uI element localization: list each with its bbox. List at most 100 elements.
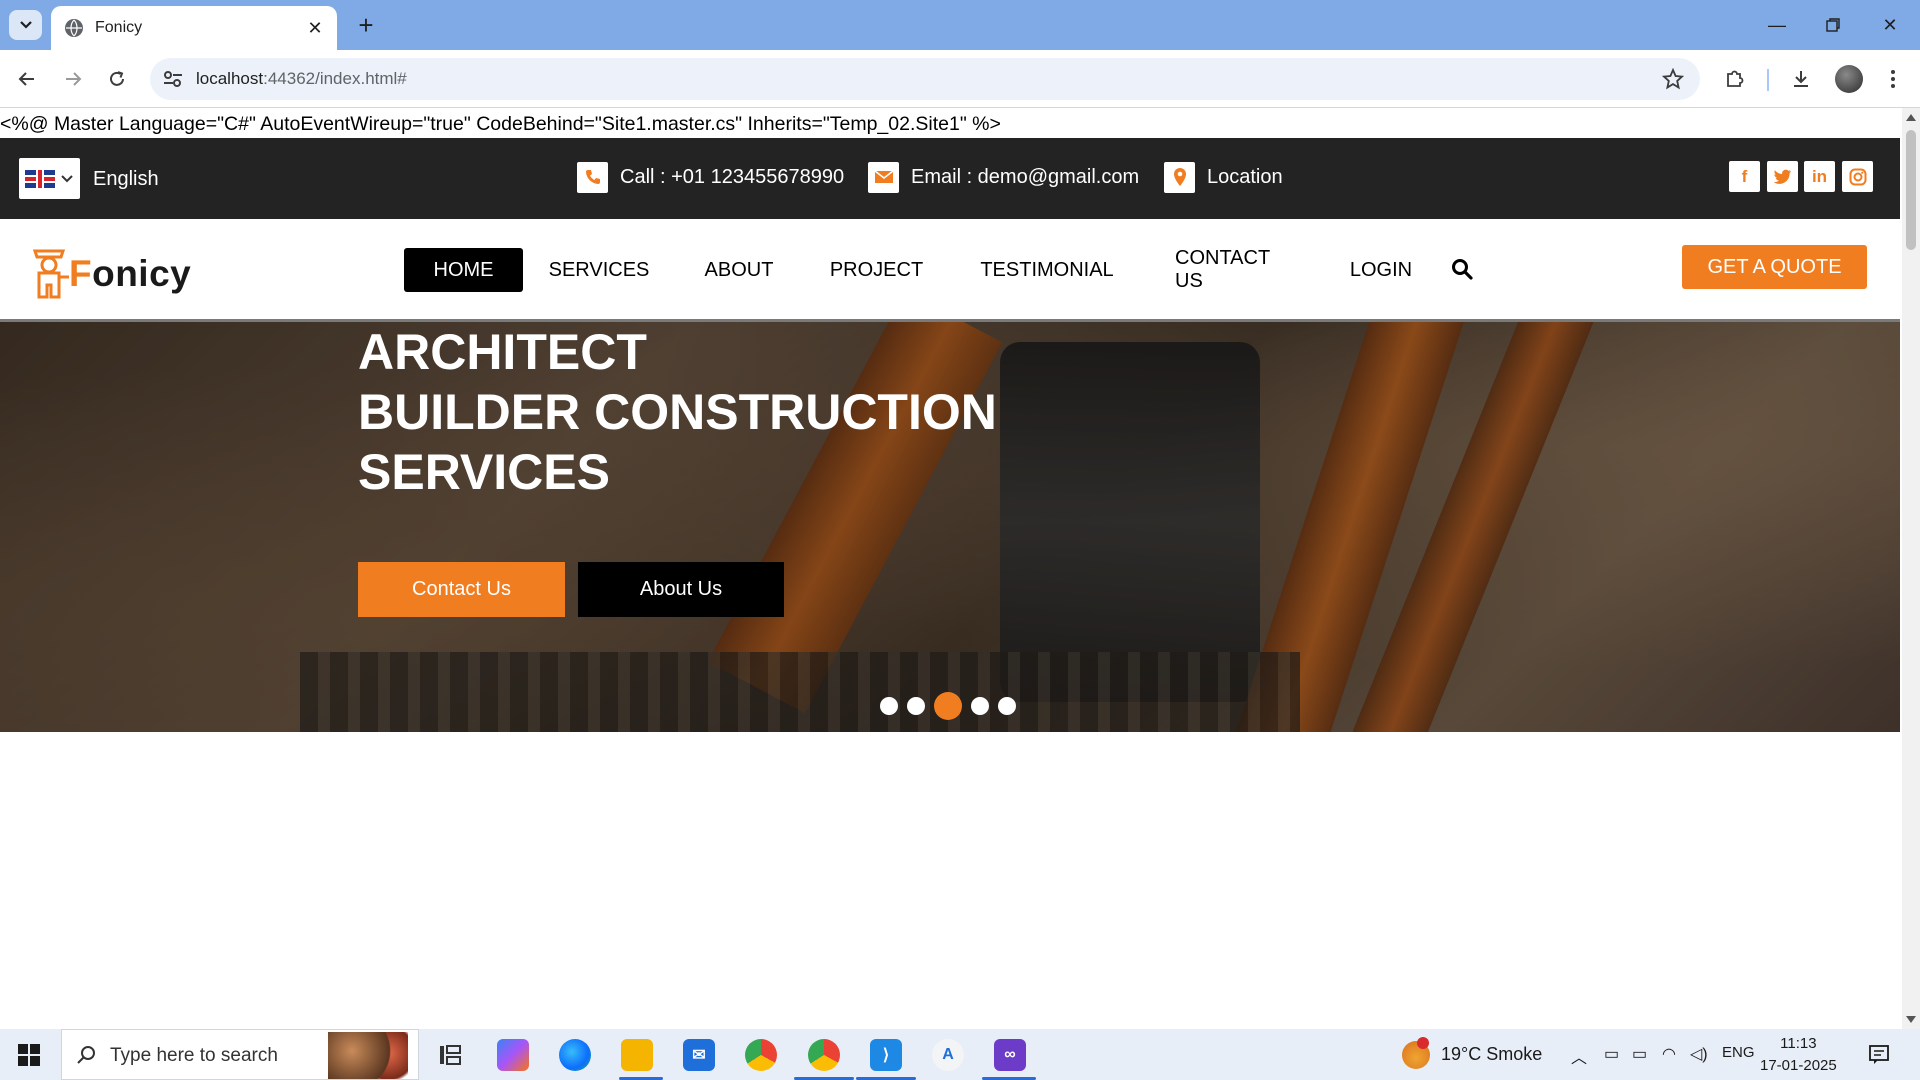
slider-dot-4[interactable] <box>971 697 989 715</box>
reload-button[interactable] <box>102 64 132 94</box>
chrome-active-icon[interactable] <box>808 1039 840 1071</box>
nav-login[interactable]: LOGIN <box>1320 248 1442 292</box>
profile-avatar[interactable] <box>1835 65 1863 93</box>
facebook-icon[interactable]: f <box>1729 161 1760 192</box>
weather-alert-badge <box>1417 1037 1429 1049</box>
bookmark-star-icon[interactable] <box>1662 68 1684 90</box>
url-path: :44362/index.html# <box>263 69 407 88</box>
slider-dot-3-active[interactable] <box>934 692 962 720</box>
minimize-button[interactable]: — <box>1757 10 1797 40</box>
main-navbar: Fonicy HOME SERVICES ABOUT PROJECT TESTI… <box>0 219 1900 322</box>
forward-button[interactable] <box>58 64 88 94</box>
language-label: English <box>93 168 159 190</box>
close-window-button[interactable]: ✕ <box>1870 10 1910 40</box>
back-button[interactable] <box>12 64 42 94</box>
copilot-icon[interactable] <box>497 1039 529 1071</box>
chevron-up-icon[interactable]: ︿ <box>1571 1044 1587 1068</box>
toolbar-separator <box>1767 69 1769 91</box>
email-text: Email : demo@gmail.com <box>911 165 1140 188</box>
volume-icon[interactable]: ◁) <box>1690 1044 1708 1064</box>
nav-testimonial[interactable]: TESTIMONIAL <box>951 248 1143 292</box>
call-info[interactable]: Call : +01 123455678990 <box>577 160 844 194</box>
page-viewport: <%@ Master Language="C#" AutoEventWireup… <box>0 108 1920 1029</box>
email-info[interactable]: Email : demo@gmail.com <box>868 160 1139 194</box>
url-text[interactable]: localhost:44362/index.html# <box>196 69 407 89</box>
site-settings-icon[interactable] <box>162 69 184 89</box>
nav-contact-us[interactable]: CONTACT US <box>1145 247 1317 292</box>
taskbar-clock[interactable]: 11:13 17-01-2025 <box>1760 1033 1837 1077</box>
taskbar-search-placeholder: Type here to search <box>110 1045 278 1066</box>
hero-title: ARCHITECT BUILDER CONSTRUCTION SERVICES <box>358 322 997 502</box>
weather-text[interactable]: 19°C Smoke <box>1441 1044 1542 1065</box>
slider-dot-2[interactable] <box>907 697 925 715</box>
nav-project[interactable]: PROJECT <box>804 248 949 292</box>
chevron-down-icon <box>61 174 73 182</box>
chevron-down-icon <box>19 21 32 29</box>
search-highlight-image <box>328 1032 408 1079</box>
slider-dot-1[interactable] <box>880 697 898 715</box>
scroll-up-arrow-icon[interactable] <box>1906 114 1916 121</box>
extensions-button[interactable] <box>1720 64 1750 94</box>
slider-dot-5[interactable] <box>998 697 1016 715</box>
url-host: localhost <box>196 69 264 88</box>
map-pin-icon <box>1164 161 1195 193</box>
notifications-icon[interactable] <box>1868 1043 1890 1065</box>
address-bar[interactable]: localhost:44362/index.html# <box>150 58 1700 100</box>
edge-icon[interactable] <box>559 1039 591 1071</box>
logo-text-rest: onicy <box>92 253 192 294</box>
chrome-icon[interactable] <box>745 1039 777 1071</box>
tab-title: Fonicy <box>95 19 143 36</box>
nav-about[interactable]: ABOUT <box>676 248 802 292</box>
windows-taskbar: Type here to search ✉ ⟩ A ∞ 19°C Smoke ︿… <box>0 1029 1920 1080</box>
language-select[interactable] <box>19 158 80 199</box>
hero-slider: ARCHITECT BUILDER CONSTRUCTION SERVICES … <box>0 322 1900 732</box>
taskbar-search-box[interactable]: Type here to search <box>61 1029 419 1080</box>
instagram-icon[interactable] <box>1842 161 1873 192</box>
hero-title-line-1: ARCHITECT <box>358 324 647 380</box>
twitter-icon[interactable] <box>1767 161 1798 192</box>
meet-icon[interactable]: ▭ <box>1604 1044 1619 1064</box>
vscode-icon[interactable]: ⟩ <box>870 1039 902 1071</box>
more-vertical-icon <box>1891 70 1895 88</box>
app-a-icon[interactable]: A <box>932 1039 964 1071</box>
restore-button[interactable] <box>1813 10 1853 40</box>
contact-us-button[interactable]: Contact Us <box>358 562 565 617</box>
close-tab-icon[interactable]: ✕ <box>305 18 325 38</box>
envelope-icon <box>868 161 899 193</box>
location-info[interactable]: Location <box>1164 160 1283 194</box>
new-tab-button[interactable]: + <box>353 10 379 40</box>
clock-date: 17-01-2025 <box>1760 1057 1837 1074</box>
nav-services[interactable]: SERVICES <box>524 248 674 292</box>
mail-icon[interactable]: ✉ <box>683 1039 715 1071</box>
arrow-right-icon <box>66 72 82 86</box>
browser-menu-button[interactable] <box>1878 64 1908 94</box>
call-text: Call : +01 123455678990 <box>620 165 845 188</box>
task-view-icon[interactable] <box>434 1039 466 1071</box>
battery-icon[interactable]: ▭ <box>1632 1044 1647 1064</box>
visual-studio-icon[interactable]: ∞ <box>994 1039 1026 1071</box>
site-logo[interactable]: Fonicy <box>29 243 192 299</box>
slider-dots <box>880 692 1016 720</box>
master-page-directive-text: <%@ Master Language="C#" AutoEventWireup… <box>0 113 1001 135</box>
wifi-icon[interactable]: ◠ <box>1662 1044 1676 1064</box>
linkedin-icon[interactable]: in <box>1804 161 1835 192</box>
file-explorer-icon[interactable] <box>621 1039 653 1071</box>
scrollbar-thumb[interactable] <box>1906 130 1916 250</box>
scroll-down-arrow-icon[interactable] <box>1906 1016 1916 1023</box>
search-icon[interactable] <box>1450 257 1474 281</box>
downloads-button[interactable] <box>1786 64 1816 94</box>
windows-start-icon[interactable] <box>18 1044 40 1066</box>
tab-search-button[interactable] <box>9 10 42 40</box>
nav-home[interactable]: HOME <box>404 248 523 292</box>
input-language[interactable]: ENG <box>1722 1044 1755 1061</box>
about-us-button[interactable]: About Us <box>578 562 784 617</box>
browser-tab[interactable]: Fonicy ✕ <box>51 6 337 50</box>
logo-text: Fonicy <box>69 253 192 294</box>
reload-icon <box>110 71 124 86</box>
page-scrollbar[interactable] <box>1902 108 1920 1029</box>
get-a-quote-button[interactable]: GET A QUOTE <box>1682 245 1867 289</box>
arrow-left-icon <box>18 72 34 86</box>
browser-tab-strip: Fonicy ✕ + — ✕ <box>0 0 1920 50</box>
browser-toolbar: localhost:44362/index.html# <box>0 50 1920 108</box>
search-icon <box>77 1046 95 1064</box>
